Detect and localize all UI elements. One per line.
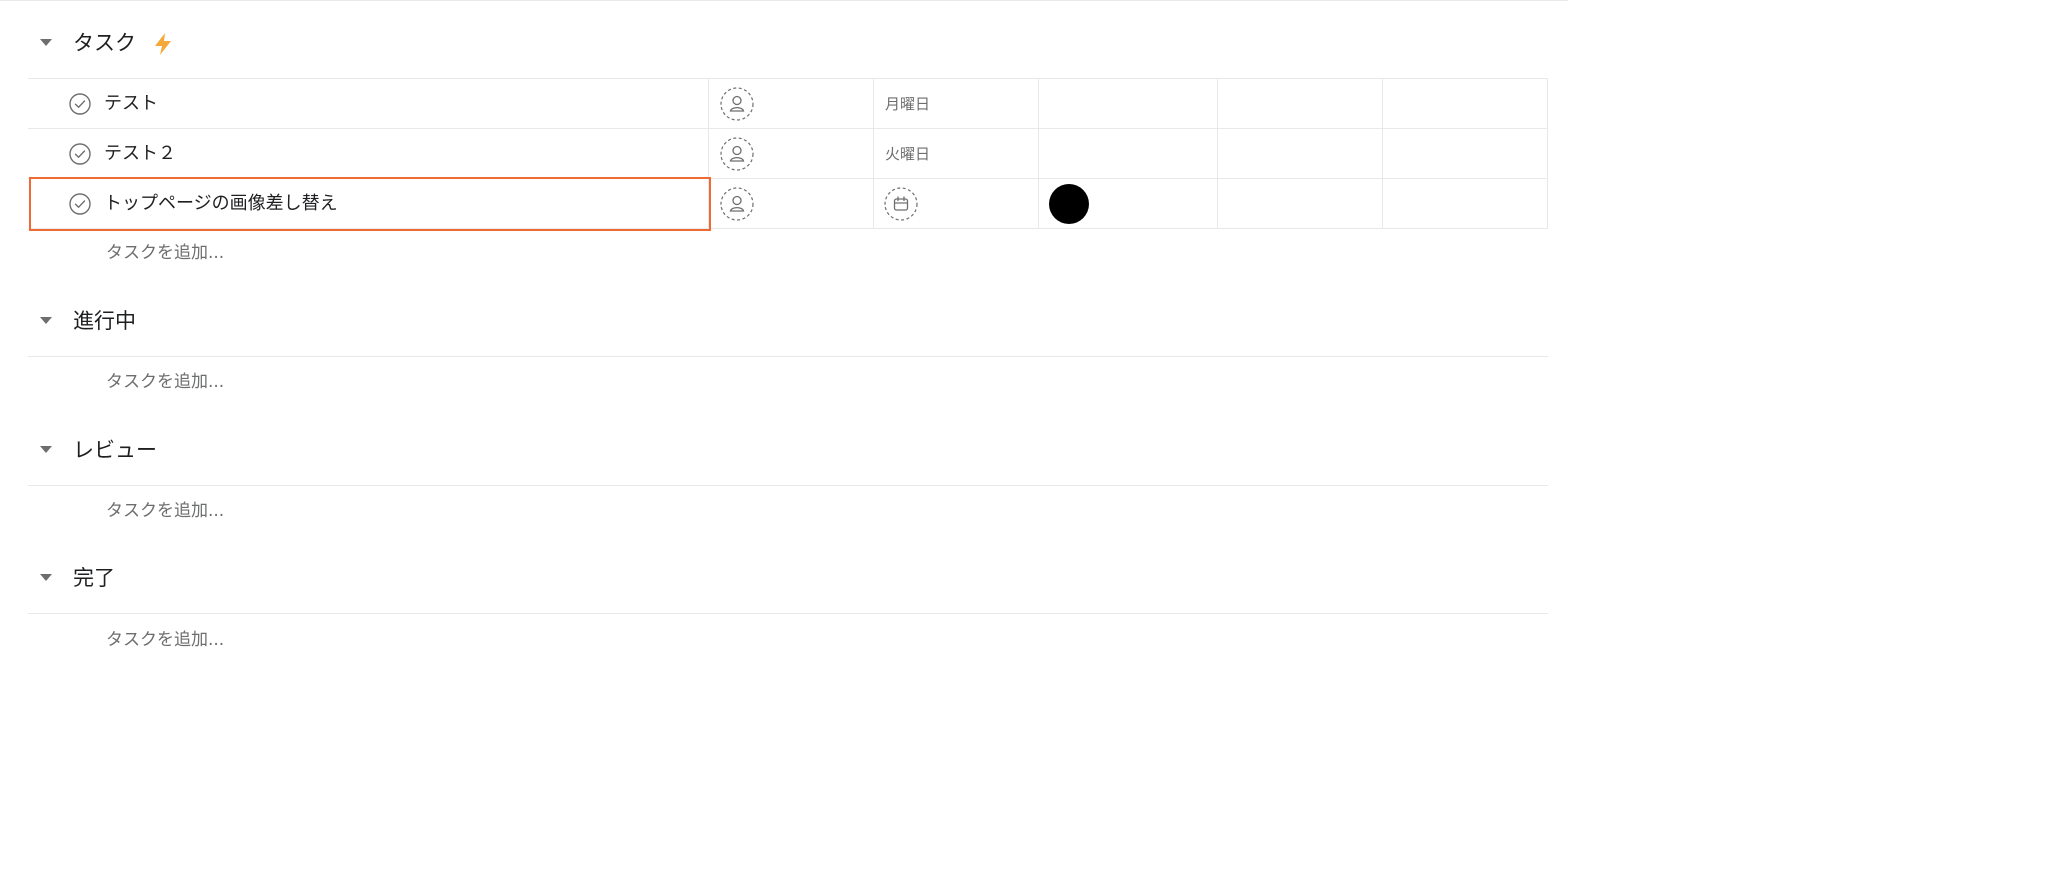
column-edge [1547, 179, 1548, 229]
caret-down-icon[interactable] [40, 317, 52, 324]
due-date-text[interactable]: 火曜日 [885, 143, 930, 165]
task-row[interactable]: テスト 月曜日 [28, 79, 1548, 129]
add-task-button[interactable]: タスクを追加... [106, 241, 224, 265]
check-circle-icon[interactable] [69, 193, 91, 215]
custom-field-cell[interactable] [1382, 179, 1547, 229]
person-placeholder-icon[interactable] [720, 187, 754, 221]
caret-down-icon[interactable] [40, 574, 52, 581]
custom-field-cell[interactable] [1217, 129, 1382, 179]
calendar-icon[interactable] [884, 187, 918, 221]
task-name[interactable]: テスト２ [104, 141, 176, 167]
caret-down-icon[interactable] [40, 39, 52, 46]
due-date-text[interactable]: 月曜日 [885, 93, 930, 115]
custom-field-cell[interactable] [1038, 129, 1217, 179]
custom-field-cell[interactable] [1217, 79, 1382, 129]
section-header-review: レビュー [28, 408, 1548, 486]
section-header-done: 完了 [28, 536, 1548, 614]
check-circle-icon[interactable] [69, 143, 91, 165]
section-divider [28, 485, 1548, 486]
section-divider [28, 356, 1548, 357]
person-placeholder-icon[interactable] [720, 137, 754, 171]
section-title[interactable]: タスク [73, 28, 136, 58]
custom-field-cell[interactable] [1217, 179, 1382, 229]
row-divider [28, 228, 1548, 229]
custom-field-cell[interactable] [1382, 79, 1547, 129]
section-header-tasks: タスク [28, 1, 1548, 79]
black-dot [1049, 184, 1089, 224]
task-name[interactable]: テスト [104, 91, 158, 117]
task-name[interactable]: トップページの画像差し替え [104, 191, 338, 217]
caret-down-icon[interactable] [40, 446, 52, 453]
section-title[interactable]: 進行中 [73, 306, 136, 336]
section-title[interactable]: レビュー [73, 435, 157, 465]
add-task-button[interactable]: タスクを追加... [106, 499, 224, 523]
add-task-button[interactable]: タスクを追加... [106, 628, 224, 652]
column-edge [1547, 129, 1548, 179]
person-placeholder-icon[interactable] [720, 87, 754, 121]
section-title[interactable]: 完了 [73, 563, 115, 593]
column-edge [1547, 79, 1548, 129]
custom-field-cell[interactable] [1382, 129, 1547, 179]
custom-field-cell[interactable] [1038, 79, 1217, 129]
lightning-bolt-icon[interactable] [152, 32, 174, 56]
check-circle-icon[interactable] [69, 93, 91, 115]
section-header-in-progress: 進行中 [28, 279, 1548, 357]
task-row-selected[interactable]: トップページの画像差し替え [28, 177, 1548, 231]
add-task-button[interactable]: タスクを追加... [106, 370, 224, 394]
task-row[interactable]: テスト２ 火曜日 [28, 129, 1548, 179]
section-divider [28, 613, 1548, 614]
